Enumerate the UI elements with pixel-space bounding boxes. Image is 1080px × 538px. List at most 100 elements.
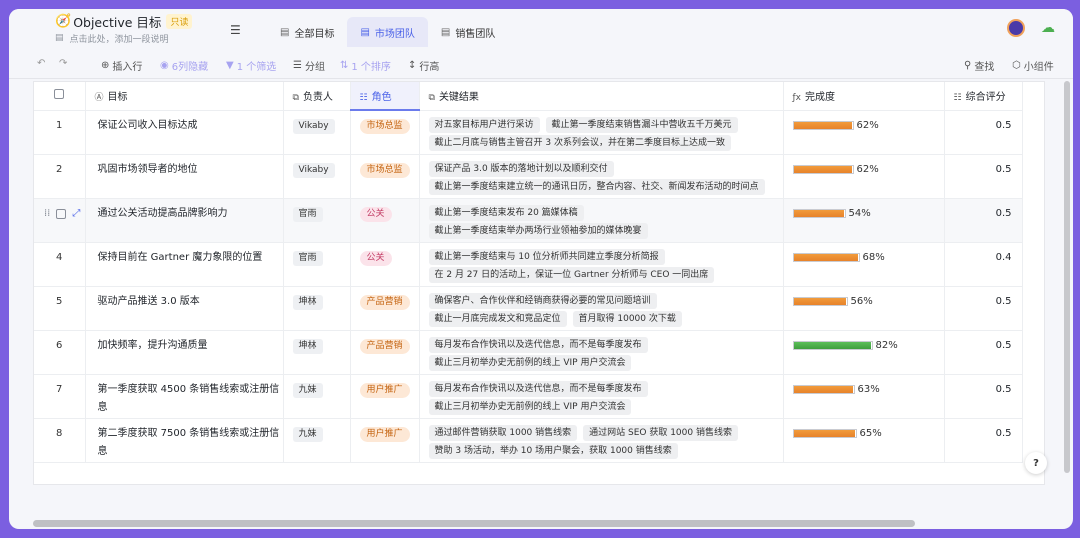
row-number-cell[interactable]: ⁞⁞ ⤢ bbox=[34, 198, 86, 243]
column-header-goal[interactable]: Ⓐ 目标 bbox=[85, 82, 284, 111]
key-results-cell[interactable]: 保证产品 3.0 版本的落地计划以及顺利交付 截止第一季度结束建立统一的通讯日历，… bbox=[419, 154, 784, 199]
select-all-header[interactable] bbox=[34, 82, 86, 111]
undo-icon[interactable]: ↶ bbox=[37, 58, 45, 69]
score-cell[interactable]: 0.5 bbox=[944, 198, 1023, 243]
key-results-cell[interactable]: 对五家目标用户进行采访 截止第一季度结束销售漏斗中营收五千万美元 截止二月底与销售主… bbox=[419, 110, 784, 155]
completion-cell[interactable]: 54% bbox=[783, 198, 945, 243]
row-height-button[interactable]: ↕ 行高 bbox=[408, 58, 439, 73]
tab-marketing-team[interactable]: ▤ 市场团队 bbox=[347, 17, 428, 47]
goal-cell[interactable]: 驱动产品推送 3.0 版本 bbox=[85, 286, 284, 331]
description-placeholder[interactable]: 点击此处，添加一段说明 bbox=[70, 32, 169, 45]
sort-button[interactable]: ⇅ 1 个排序 bbox=[340, 58, 391, 73]
cloud-sync-icon[interactable]: ☁ bbox=[1041, 20, 1055, 36]
data-grid: Ⓐ 目标 ⧉ 负责人 ☷ 角色 ⧉ 关键结果 ƒx 完成度 ☷ 综合评分 1 保证公司收入目标… bbox=[33, 81, 1045, 485]
tab-sales-team[interactable]: ▤ 销售团队 bbox=[428, 17, 508, 47]
select-all-checkbox[interactable] bbox=[54, 89, 64, 100]
owner-cell[interactable]: 坤林 bbox=[283, 330, 351, 375]
table-row[interactable]: 1 保证公司收入目标达成 Vikaby 市场总监 对五家目标用户进行采访 截止第一季度结束… bbox=[34, 110, 1023, 155]
goal-cell[interactable]: 通过公关活动提高品牌影响力 bbox=[85, 198, 284, 243]
avatar[interactable] bbox=[1007, 19, 1025, 37]
column-header-key-results[interactable]: ⧉ 关键结果 bbox=[419, 82, 784, 111]
role-cell[interactable]: 用户推广 bbox=[350, 374, 420, 419]
role-cell[interactable]: 市场总监 bbox=[350, 154, 420, 199]
key-results-cell[interactable]: 每月发布合作快讯以及迭代信息，而不是每季度发布 截止三月初举办史无前例的线上 VI… bbox=[419, 330, 784, 375]
role-cell[interactable]: 公关 bbox=[350, 242, 420, 287]
role-cell[interactable]: 产品营销 bbox=[350, 286, 420, 331]
expand-record-icon[interactable]: ⤢ bbox=[72, 205, 80, 223]
search-button[interactable]: ⚲ 查找 bbox=[964, 58, 994, 73]
redo-icon[interactable]: ↷ bbox=[59, 58, 67, 69]
filter-button[interactable]: ▼ 1 个筛选 bbox=[226, 58, 276, 73]
row-number-cell[interactable]: 1 bbox=[34, 110, 86, 155]
role-cell[interactable]: 用户推广 bbox=[350, 418, 420, 463]
owner-cell[interactable]: 九妹 bbox=[283, 374, 351, 419]
table-row[interactable]: 4 保持目前在 Gartner 魔力象限的位置 官雨 公关 截止第一季度结束与 10 位… bbox=[34, 242, 1023, 287]
row-number-cell[interactable]: 8 bbox=[34, 418, 86, 463]
key-results-cell[interactable]: 确保客户、合作伙伴和经销商获得必要的常见问题培训 截止一月底完成发文和竞品定位 首月… bbox=[419, 286, 784, 331]
column-header-score[interactable]: ☷ 综合评分 bbox=[944, 82, 1023, 111]
row-number-cell[interactable]: 2 bbox=[34, 154, 86, 199]
row-number-cell[interactable]: 5 bbox=[34, 286, 86, 331]
score-cell[interactable]: 0.5 bbox=[944, 286, 1023, 331]
table-row[interactable]: 7 第一季度获取 4500 条销售线索或注册信息 九妹 用户推广 每月发布合作快讯以及迭… bbox=[34, 374, 1023, 419]
column-header-role[interactable]: ☷ 角色 bbox=[350, 82, 420, 111]
goal-cell[interactable]: 第二季度获取 7500 条销售线索或注册信息 bbox=[85, 418, 284, 463]
table-row[interactable]: 8 第二季度获取 7500 条销售线索或注册信息 九妹 用户推广 通过邮件营销获取 10… bbox=[34, 418, 1023, 463]
group-button[interactable]: ☰ 分组 bbox=[293, 58, 325, 73]
insert-row-button[interactable]: ⊕ 插入行 bbox=[101, 58, 142, 73]
score-cell[interactable]: 0.4 bbox=[944, 242, 1023, 287]
completion-cell[interactable]: 62% bbox=[783, 110, 945, 155]
completion-cell[interactable]: 63% bbox=[783, 374, 945, 419]
page-title[interactable]: Objective 目标 bbox=[73, 12, 161, 31]
help-button[interactable]: ? bbox=[1025, 452, 1047, 474]
column-header-completion[interactable]: ƒx 完成度 bbox=[783, 82, 945, 111]
vertical-scrollbar[interactable] bbox=[1064, 81, 1070, 473]
completion-cell[interactable]: 56% bbox=[783, 286, 945, 331]
hidden-columns-button[interactable]: ◉ 6列隐藏 bbox=[160, 58, 208, 73]
score-cell[interactable]: 0.5 bbox=[944, 154, 1023, 199]
key-results-cell[interactable]: 每月发布合作快讯以及迭代信息，而不是每季度发布 截止三月初举办史无前例的线上 VI… bbox=[419, 374, 784, 419]
role-cell[interactable]: 公关 bbox=[350, 198, 420, 243]
score-cell[interactable]: 0.5 bbox=[944, 110, 1023, 155]
owner-cell[interactable]: Vikaby bbox=[283, 110, 351, 155]
goal-cell[interactable]: 保持目前在 Gartner 魔力象限的位置 bbox=[85, 242, 284, 287]
row-number-cell[interactable]: 6 bbox=[34, 330, 86, 375]
key-results-cell[interactable]: 截止第一季度结束发布 20 篇媒体稿 截止第一季度结束举办两场行业领袖参加的媒体晚… bbox=[419, 198, 784, 243]
completion-cell[interactable]: 68% bbox=[783, 242, 945, 287]
tab-all-goals[interactable]: ▤ 全部目标 bbox=[267, 17, 347, 47]
owner-cell[interactable]: 官雨 bbox=[283, 198, 351, 243]
role-cell[interactable]: 产品营销 bbox=[350, 330, 420, 375]
table-row[interactable]: 6 加快频率，提升沟通质量 坤林 产品营销 每月发布合作快讯以及迭代信息，而不是每季度发… bbox=[34, 330, 1023, 375]
row-checkbox[interactable] bbox=[56, 208, 67, 219]
goal-cell[interactable]: 第一季度获取 4500 条销售线索或注册信息 bbox=[85, 374, 284, 419]
completion-cell[interactable]: 82% bbox=[783, 330, 945, 375]
goal-cell[interactable]: 保证公司收入目标达成 bbox=[85, 110, 284, 155]
table-row[interactable]: 5 驱动产品推送 3.0 版本 坤林 产品营销 确保客户、合作伙伴和经销商获得必要的常见… bbox=[34, 286, 1023, 331]
completion-cell[interactable]: 65% bbox=[783, 418, 945, 463]
key-results-cell[interactable]: 截止第一季度结束与 10 位分析师共同建立季度分析简报在 2 月 27 日的活动… bbox=[419, 242, 784, 287]
row-number-cell[interactable]: 7 bbox=[34, 374, 86, 419]
widget-button[interactable]: ⬡ 小组件 bbox=[1012, 58, 1054, 73]
score-cell[interactable]: 0.5 bbox=[944, 374, 1023, 419]
owner-cell[interactable]: Vikaby bbox=[283, 154, 351, 199]
goal-text: 加快频率，提升沟通质量 bbox=[97, 339, 208, 351]
goal-cell[interactable]: 加快频率，提升沟通质量 bbox=[85, 330, 284, 375]
row-number: 4 bbox=[56, 251, 63, 263]
owner-cell[interactable]: 官雨 bbox=[283, 242, 351, 287]
table-row[interactable]: 2 巩固市场领导者的地位 Vikaby 市场总监 保证产品 3.0 版本的落地计划以及顺… bbox=[34, 154, 1023, 199]
owner-cell[interactable]: 九妹 bbox=[283, 418, 351, 463]
row-number-cell[interactable]: 4 bbox=[34, 242, 86, 287]
score-cell[interactable]: 0.5 bbox=[944, 330, 1023, 375]
owner-cell[interactable]: 坤林 bbox=[283, 286, 351, 331]
completion-cell[interactable]: 62% bbox=[783, 154, 945, 199]
role-cell[interactable]: 市场总监 bbox=[350, 110, 420, 155]
drag-handle-icon[interactable]: ⁞⁞ bbox=[44, 205, 50, 223]
key-results-cell[interactable]: 通过邮件营销获取 1000 销售线索 通过网站 SEO 获取 1000 销售线索赞… bbox=[419, 418, 784, 463]
horizontal-scrollbar[interactable] bbox=[33, 520, 915, 527]
column-header-owner[interactable]: ⧉ 负责人 bbox=[283, 82, 351, 111]
score-cell[interactable]: 0.5 bbox=[944, 418, 1023, 463]
progress-bar-fill bbox=[793, 210, 845, 217]
goal-cell[interactable]: 巩固市场领导者的地位 bbox=[85, 154, 284, 199]
menu-icon[interactable]: ☰ bbox=[230, 23, 241, 37]
table-row[interactable]: ⁞⁞ ⤢ 通过公关活动提高品牌影响力 官雨 公关 截止第一季度结束发布 20 篇媒体稿 截止… bbox=[34, 198, 1023, 243]
